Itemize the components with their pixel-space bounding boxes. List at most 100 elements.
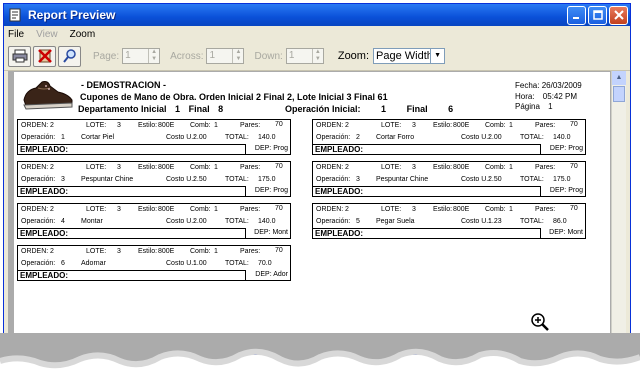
dep-field: DEP: Mont	[254, 229, 288, 236]
zoom-value: Page Width	[376, 50, 433, 62]
coupon-field: ORDEN:	[21, 206, 49, 213]
maximize-icon	[592, 10, 603, 20]
report-preview-window: Report Preview File View Zoom Page: 1 ▲ ▼ …	[3, 3, 631, 355]
coupon-field: 1	[214, 248, 218, 255]
shoe-logo	[23, 81, 73, 110]
coupon-field: Comb:	[190, 164, 211, 171]
coupon-field: 1.00	[193, 260, 207, 267]
coupon-field: 5	[356, 218, 360, 225]
coupon-field: 1	[214, 164, 218, 171]
coupon-field: 3	[412, 122, 416, 129]
coupon-field: 2	[50, 248, 54, 255]
zoom-select[interactable]: Page Width ▼	[373, 48, 446, 64]
coupon-field: Estilo:	[138, 206, 158, 213]
dept-from: 1	[175, 104, 181, 114]
fecha-label: Fecha:	[515, 81, 540, 90]
coupon-field: TOTAL:	[520, 176, 544, 183]
across-spinner[interactable]: 1 ▲ ▼	[206, 48, 245, 64]
dep-value: Prog	[568, 145, 583, 152]
coupon-field: Cortar Forro	[376, 134, 415, 141]
across-value: 1	[209, 50, 216, 61]
spinner-arrows-icon[interactable]: ▲ ▼	[148, 49, 159, 63]
page-value: 1	[125, 50, 131, 61]
coupon-field: 3	[356, 176, 360, 183]
menu-file[interactable]: File	[8, 29, 24, 40]
coupon-field: LOTE:	[86, 206, 107, 213]
coupon-field: 1	[214, 122, 218, 129]
menu-view[interactable]: View	[36, 29, 58, 40]
coupon-field: 2	[356, 134, 360, 141]
report-page: - DEMOSTRACION - Cupones de Mano de Obra…	[14, 72, 610, 354]
coupon-field: Costo U.:	[166, 176, 196, 183]
cancel-print-icon	[37, 49, 52, 63]
op-label: Operación Inicial:	[285, 104, 361, 114]
dep-field: DEP: Prog	[255, 145, 288, 152]
coupon-field: 86.0	[553, 218, 567, 225]
down-spinner[interactable]: 1 ▲ ▼	[285, 48, 324, 64]
coupon-field: Operación:	[316, 218, 351, 225]
zoom-button[interactable]	[58, 45, 81, 67]
dept-final-label: Final	[188, 104, 210, 114]
report-title: - DEMOSTRACION -	[81, 80, 166, 90]
torn-edge	[0, 333, 640, 369]
hora-label: Hora:	[515, 91, 535, 101]
dep-label: DEP:	[254, 145, 272, 152]
coupon-field: 800E	[158, 164, 175, 171]
coupon-field: Operación:	[21, 218, 56, 225]
coupon-field: Pegar Suela	[376, 218, 415, 225]
coupon-card: ORDEN: 2 LOTE: 3 Estilo: 800E Comb: 1 Pares: 70 Op…	[312, 161, 586, 197]
maximize-button[interactable]	[588, 5, 607, 25]
spinner-arrows-icon[interactable]: ▲ ▼	[232, 49, 243, 63]
coupon-field: 70	[275, 247, 283, 254]
empleado-label: EMPLEADO:	[18, 186, 246, 196]
spinner-arrows-icon[interactable]: ▲ ▼	[311, 49, 323, 63]
coupon-field: Pespuntar Chine	[376, 176, 429, 183]
coupon-field: Comb:	[190, 122, 211, 129]
coupon-field: 2.00	[193, 134, 207, 141]
coupon-field: 3	[117, 248, 121, 255]
coupon-field: 3	[117, 164, 121, 171]
scroll-up-icon[interactable]: ▲	[612, 71, 626, 85]
dept-to: 8	[218, 104, 224, 114]
coupon-field: Comb:	[485, 122, 506, 129]
coupon-field: 800E	[453, 164, 470, 171]
coupon-field: 70.0	[258, 260, 272, 267]
coupon-field: Estilo:	[433, 122, 453, 129]
coupon-card: ORDEN: 2 LOTE: 3 Estilo: 800E Comb: 1 Pares: 70 Op…	[17, 245, 291, 281]
coupon-card: ORDEN: 2 LOTE: 3 Estilo: 800E Comb: 1 Pares: 70 Op…	[17, 161, 291, 197]
close-preview-button[interactable]	[33, 45, 56, 67]
coupon-field: 3	[117, 206, 121, 213]
dep-value: Mont	[272, 229, 288, 236]
magnifier-icon	[62, 49, 76, 63]
coupon-field: Cortar Piel	[81, 134, 115, 141]
coupon-field: Comb:	[190, 206, 211, 213]
coupon-field: 175.0	[553, 176, 571, 183]
page-spinner[interactable]: 1 ▲ ▼	[122, 48, 161, 64]
coupon-field: 175.0	[258, 176, 276, 183]
vertical-scrollbar[interactable]: ▲	[611, 71, 626, 354]
dep-value: Ador	[273, 271, 288, 278]
zoom-label: Zoom:	[337, 50, 370, 62]
coupon-field: Operación:	[21, 260, 56, 267]
coupon-field: 1	[214, 206, 218, 213]
menu-zoom[interactable]: Zoom	[70, 29, 96, 40]
scroll-thumb[interactable]	[613, 86, 625, 102]
coupon-field: 2.50	[488, 176, 502, 183]
coupon-field: 4	[61, 218, 65, 225]
dep-label: DEP:	[255, 271, 272, 278]
coupon-field: 800E	[158, 122, 175, 129]
coupon-field: TOTAL:	[520, 218, 544, 225]
coupon-field: 3	[412, 206, 416, 213]
coupon-field: 2	[345, 122, 349, 129]
chevron-down-icon[interactable]: ▼	[430, 49, 445, 63]
coupon-field: 70	[570, 163, 578, 170]
close-button[interactable]	[609, 5, 628, 25]
coupon-field: Operación:	[21, 176, 56, 183]
print-button[interactable]	[8, 45, 31, 67]
coupon-field: Pares:	[240, 206, 261, 213]
coupon-field: LOTE:	[381, 122, 402, 129]
pagina-label: Página	[515, 102, 540, 111]
coupon-field: TOTAL:	[225, 176, 249, 183]
minimize-button[interactable]	[567, 5, 586, 25]
pagina-value: 1	[548, 102, 553, 111]
